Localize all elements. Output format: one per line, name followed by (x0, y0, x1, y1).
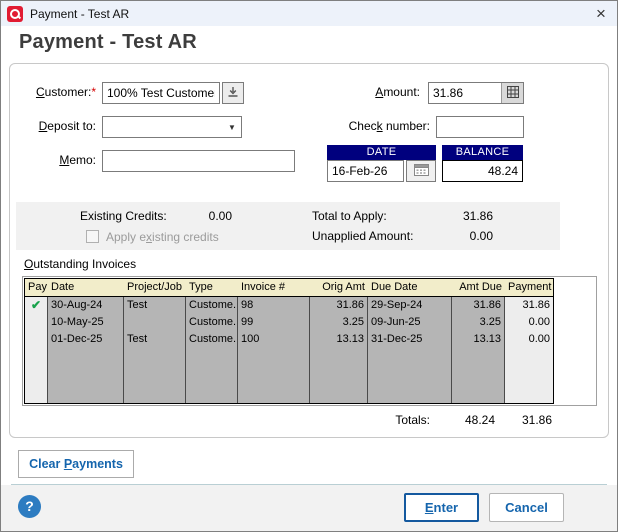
col-header-due-date: Due Date (368, 279, 452, 297)
table-filler-cell (505, 348, 553, 403)
invoice-cell-amt-due[interactable]: 3.25 (452, 314, 505, 331)
unapplied-amount-value: 0.00 (396, 229, 493, 243)
calculator-button[interactable] (501, 83, 523, 103)
memo-label: Memo: (10, 153, 96, 167)
invoice-cell-date[interactable]: 30-Aug-24 (48, 297, 124, 314)
deposit-to-select[interactable]: ▼ (102, 116, 242, 138)
deposit-to-label: Deposit to: (10, 119, 96, 133)
pay-check-icon[interactable]: ✔ (25, 297, 48, 314)
col-header-pay: Pay (25, 279, 48, 297)
required-asterisk: * (91, 85, 96, 99)
page-title: Payment - Test AR (19, 31, 197, 54)
table-filler-cell (186, 348, 238, 403)
payment-window: Payment - Test AR × Payment - Test AR Cu… (0, 0, 618, 532)
col-header-amt-due: Amt Due (452, 279, 505, 297)
total-to-apply-label: Total to Apply: (312, 209, 387, 223)
enter-button[interactable]: Enter (404, 493, 479, 522)
calculator-icon (507, 86, 519, 101)
table-filler-cell (25, 348, 48, 403)
invoice-cell-amt-due[interactable]: 31.86 (452, 297, 505, 314)
pay-check-cell[interactable] (25, 314, 48, 331)
customer-list-button[interactable] (222, 82, 244, 104)
help-icon: ? (25, 498, 34, 514)
col-header-type: Type (186, 279, 238, 297)
balance-value: 48.24 (442, 160, 523, 182)
check-number-input[interactable] (436, 116, 524, 138)
invoice-cell-payment[interactable]: 0.00 (505, 331, 553, 348)
table-filler-cell (238, 348, 310, 403)
invoice-cell-payment[interactable]: 0.00 (505, 314, 553, 331)
outstanding-invoices-label: Outstanding Invoices (24, 257, 136, 271)
cancel-button[interactable]: Cancel (489, 493, 564, 522)
amount-input[interactable] (429, 83, 501, 103)
invoices-table: Pay Date Project/Job Type Invoice # Orig… (24, 278, 554, 404)
clear-payments-button[interactable]: Clear Payments (18, 450, 134, 478)
col-header-date: Date (48, 279, 124, 297)
existing-credits-value: 0.00 (136, 209, 232, 223)
close-icon[interactable]: × (591, 4, 611, 24)
invoice-cell-due-date[interactable]: 31-Dec-25 (368, 331, 452, 348)
apply-existing-credits-checkbox[interactable] (86, 230, 99, 243)
check-number-label: Check number: (300, 119, 430, 133)
calendar-button[interactable] (406, 160, 436, 182)
chevron-down-icon: ▼ (223, 117, 241, 137)
total-to-apply-value: 31.86 (396, 209, 493, 223)
invoice-cell-number[interactable]: 99 (238, 314, 310, 331)
invoice-cell-amt-due[interactable]: 13.13 (452, 331, 505, 348)
invoice-cell-number[interactable]: 98 (238, 297, 310, 314)
col-header-invoice-number: Invoice # (238, 279, 310, 297)
amount-label: Amount: (310, 85, 420, 99)
quickbooks-logo-icon (7, 6, 23, 22)
customer-label: Customer:* (10, 85, 96, 99)
invoice-cell-project[interactable]: Test (124, 297, 186, 314)
invoice-cell-orig-amt[interactable]: 31.86 (310, 297, 368, 314)
amount-control (428, 82, 524, 104)
table-filler-cell (452, 348, 505, 403)
totals-payment: 31.86 (495, 413, 552, 427)
invoice-cell-number[interactable]: 100 (238, 331, 310, 348)
col-header-orig-amt: Orig Amt (310, 279, 368, 297)
invoice-cell-type[interactable]: Custome... (186, 314, 238, 331)
balance-column-header: BALANCE (442, 145, 523, 160)
invoice-cell-type[interactable]: Custome... (186, 297, 238, 314)
invoice-cell-date[interactable]: 01-Dec-25 (48, 331, 124, 348)
totals-amt-due: 48.24 (435, 413, 495, 427)
calendar-icon (414, 163, 429, 179)
deposit-to-value (103, 117, 223, 137)
date-input[interactable] (327, 160, 404, 182)
invoice-cell-due-date[interactable]: 29-Sep-24 (368, 297, 452, 314)
customer-list-icon (227, 86, 239, 101)
footer: ? Enter Cancel (1, 485, 617, 531)
customer-input[interactable] (102, 82, 220, 104)
table-filler-cell (310, 348, 368, 403)
invoice-cell-project[interactable]: Test (124, 331, 186, 348)
invoices-table-panel: Pay Date Project/Job Type Invoice # Orig… (22, 276, 597, 406)
invoice-cell-type[interactable]: Custome... (186, 331, 238, 348)
memo-input[interactable] (102, 150, 295, 172)
window-title: Payment - Test AR (30, 7, 129, 21)
payment-form-panel: Customer:* Amount: Deposit to: ▼ Check n… (9, 63, 609, 438)
titlebar: Payment - Test AR × (1, 1, 617, 26)
credits-summary-box: Existing Credits: 0.00 Total to Apply: 3… (16, 202, 560, 250)
invoice-cell-due-date[interactable]: 09-Jun-25 (368, 314, 452, 331)
table-filler-cell (124, 348, 186, 403)
invoice-cell-date[interactable]: 10-May-25 (48, 314, 124, 331)
help-button[interactable]: ? (18, 495, 41, 518)
table-filler-cell (368, 348, 452, 403)
date-column-header: DATE (327, 145, 436, 160)
totals-label: Totals: (340, 413, 430, 427)
table-filler-cell (48, 348, 124, 403)
invoice-cell-orig-amt[interactable]: 3.25 (310, 314, 368, 331)
col-header-payment: Payment (505, 279, 553, 297)
apply-existing-credits-label: Apply existing credits (106, 230, 219, 244)
pay-check-cell[interactable] (25, 331, 48, 348)
invoice-cell-payment[interactable]: 31.86 (505, 297, 553, 314)
invoice-cell-orig-amt[interactable]: 13.13 (310, 331, 368, 348)
col-header-project-job: Project/Job (124, 279, 186, 297)
invoice-cell-project[interactable] (124, 314, 186, 331)
